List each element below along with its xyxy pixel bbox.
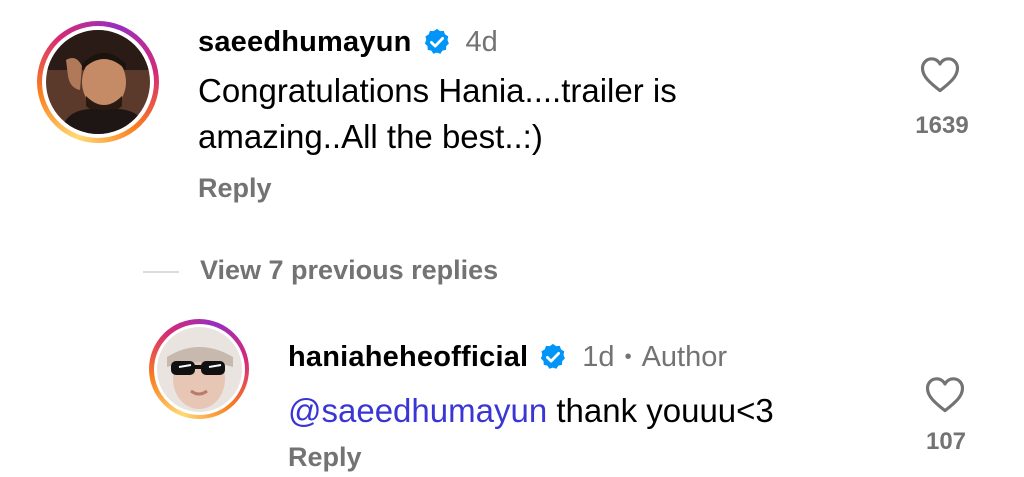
comment-time: 4d	[465, 25, 498, 58]
reply-button[interactable]: Reply	[198, 173, 272, 204]
reply-avatar-story-ring[interactable]	[149, 319, 249, 419]
reply-avatar-photo	[156, 326, 242, 412]
avatar	[46, 30, 150, 134]
avatar-photo	[46, 30, 150, 134]
reply-username[interactable]: haniaheheofficial	[288, 341, 528, 374]
view-previous-replies-button[interactable]: View 7 previous replies	[200, 255, 498, 286]
verified-badge-icon	[422, 27, 452, 57]
author-badge: Author	[641, 340, 728, 373]
reply-comment-header: haniaheheofficial 1d • Author	[288, 339, 727, 375]
verified-badge-icon	[538, 342, 568, 372]
avatar-gap	[42, 26, 154, 138]
mention-link[interactable]: @saeedhumayun	[288, 392, 547, 429]
reply-text: @saeedhumayun thank youuu<3	[288, 388, 774, 434]
heart-outline-icon	[925, 377, 965, 413]
meta-separator: •	[624, 345, 632, 368]
comment-header: saeedhumayun 4d	[198, 24, 498, 60]
reply-button[interactable]: Reply	[288, 442, 362, 473]
avatar-gap	[153, 323, 245, 415]
like-count: 1639	[915, 112, 969, 139]
comment-text-line: Congratulations Hania....trailer is	[198, 72, 677, 109]
reply-like-count: 107	[925, 428, 967, 455]
comment-text: Congratulations Hania....trailer is amaz…	[198, 68, 677, 160]
heart-outline-icon	[920, 57, 960, 93]
like-button[interactable]	[919, 54, 961, 94]
comment-text-line: amazing..All the best..:)	[198, 118, 543, 155]
reply-avatar	[156, 326, 242, 412]
avatar-story-ring[interactable]	[37, 21, 159, 143]
reply-time: 1d	[582, 340, 615, 373]
reply-text-body: thank youuu<3	[547, 392, 774, 429]
replies-divider	[143, 271, 179, 273]
comment-username[interactable]: saeedhumayun	[198, 26, 412, 59]
reply-like-button[interactable]	[924, 374, 966, 414]
